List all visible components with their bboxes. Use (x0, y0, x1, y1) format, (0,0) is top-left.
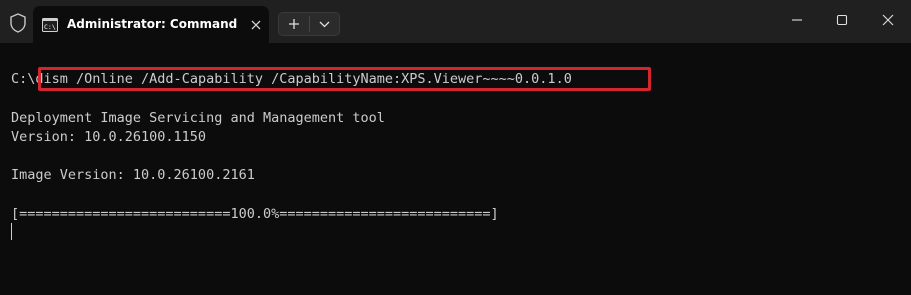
minimize-icon (792, 19, 802, 21)
minimize-button[interactable] (773, 0, 820, 40)
chevron-down-icon (319, 21, 330, 28)
prompt-text: C:\ (11, 71, 36, 87)
tab-command-prompt[interactable]: C:\ Administrator: Command Pro (33, 6, 269, 43)
command-highlight-box (38, 67, 651, 91)
terminal-window: C:\ Administrator: Command Pro (0, 0, 911, 295)
svg-text:C:\: C:\ (44, 23, 56, 31)
text-cursor (11, 223, 12, 240)
title-bar[interactable]: C:\ Administrator: Command Pro (0, 0, 911, 43)
terminal-output[interactable]: C:\dism /Online /Add-Capability /Capabil… (0, 43, 911, 295)
new-tab-button[interactable] (279, 13, 309, 35)
progress-bar: [==========================100.0%=======… (11, 206, 499, 222)
close-button[interactable] (864, 0, 911, 40)
tab-dropdown-button[interactable] (310, 13, 339, 35)
output-image-version: Image Version: 10.0.26100.2161 (11, 167, 255, 183)
output-tool-name: Deployment Image Servicing and Managemen… (11, 110, 385, 126)
plus-icon (289, 19, 299, 29)
output-version: Version: 10.0.26100.1150 (11, 129, 207, 145)
close-icon (882, 14, 894, 26)
shield-icon (10, 13, 26, 33)
tab-title: Administrator: Command Pro (67, 17, 237, 31)
tab-close-icon[interactable] (249, 18, 263, 32)
cmd-icon: C:\ (42, 18, 58, 32)
maximize-button[interactable] (818, 0, 865, 40)
maximize-icon (836, 14, 848, 26)
new-tab-group (278, 12, 340, 36)
